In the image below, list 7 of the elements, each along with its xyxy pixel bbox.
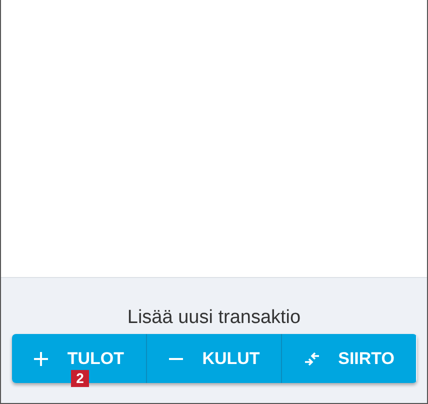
minus-icon	[168, 358, 184, 360]
transfer-button[interactable]: SIIRTO	[281, 334, 416, 383]
transfer-icon	[304, 352, 320, 366]
callout-badge: 2	[71, 370, 89, 387]
plus-icon	[33, 350, 50, 366]
minus-button[interactable]: KULUT	[146, 334, 282, 383]
panel-title: Lisää uusi transaktio	[127, 306, 301, 330]
